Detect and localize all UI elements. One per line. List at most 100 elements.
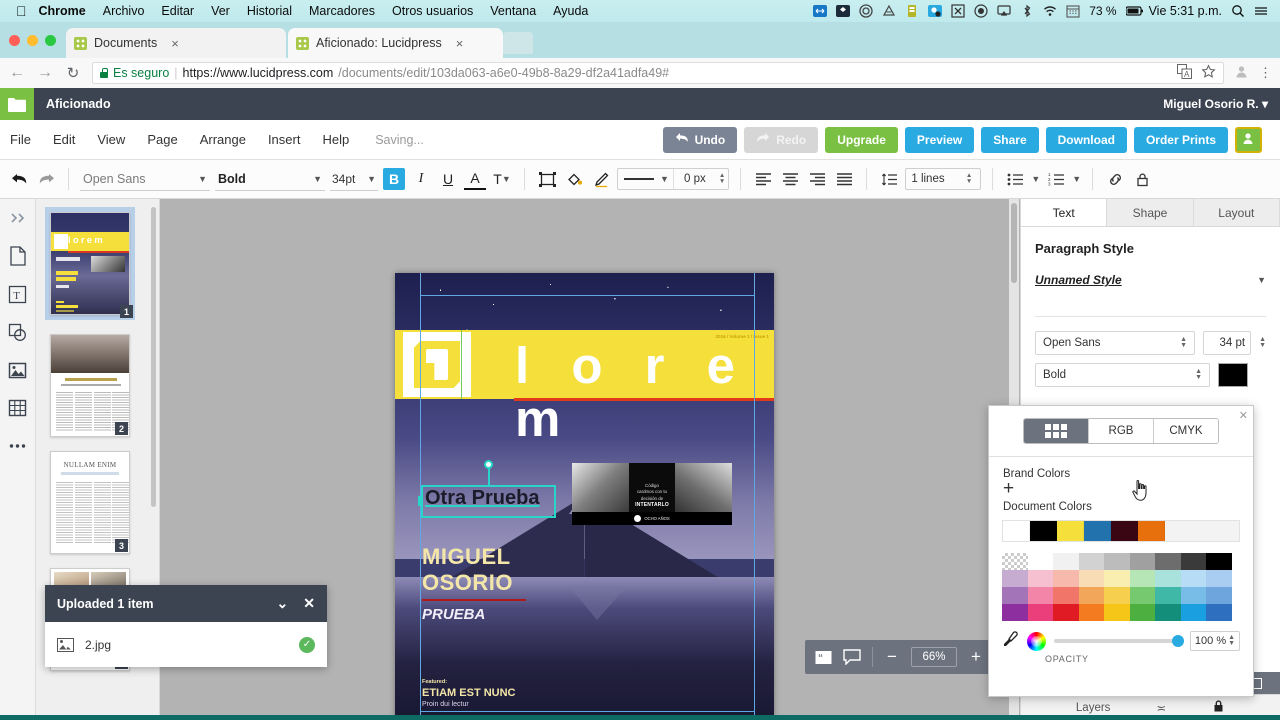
forward-arrow-icon[interactable]: → [36,64,54,82]
palette-swatch[interactable] [1206,553,1232,570]
palette-swatch[interactable] [1206,570,1232,587]
more-icon[interactable] [7,435,29,457]
palette-swatch[interactable] [1002,587,1028,604]
table-icon[interactable] [7,397,29,419]
cover-subtitle[interactable]: PRUEBA [422,606,485,623]
palette-swatch[interactable] [1104,570,1130,587]
arrows-icon[interactable] [813,4,827,18]
selected-textbox[interactable]: Otra Prueba [421,485,556,518]
macos-menu-otros-usuarios[interactable]: Otros usuarios [392,4,473,18]
slider-knob[interactable] [1172,635,1184,647]
document-color-swatch[interactable] [1003,521,1030,541]
macos-menu-ayuda[interactable]: Ayuda [553,4,588,18]
search-icon[interactable] [1231,4,1245,18]
color-mode-cmyk[interactable]: CMYK [1154,419,1218,443]
uploaded-file-name[interactable]: 2.jpg [85,638,111,652]
macos-menu-chrome[interactable]: Chrome [39,4,86,18]
palette-swatch[interactable] [1206,587,1232,604]
chevron-down-icon[interactable]: ▼ [1031,174,1040,184]
profile-icon[interactable] [1234,64,1249,82]
tab-layout[interactable]: Layout [1194,199,1280,226]
shape-icon[interactable] [536,168,558,190]
palette-swatch[interactable] [1181,587,1207,604]
panel-font-weight-select[interactable]: Bold ▲▼ [1035,363,1210,387]
palette-swatch[interactable] [1053,570,1079,587]
invite-user-button[interactable] [1235,127,1262,153]
thumbnail-scrollbar[interactable] [151,207,156,507]
wifi-icon[interactable] [1043,4,1057,18]
palette-swatch[interactable] [1181,604,1207,621]
page-icon[interactable] [7,245,29,267]
battery-icon[interactable] [1126,4,1140,18]
palette-swatch-transparent[interactable] [1002,553,1028,570]
close-icon[interactable]: ✕ [1239,409,1248,422]
paint-bucket-icon[interactable] [563,168,585,190]
browser-tab-documents[interactable]: Documents × [66,28,286,58]
apple-icon[interactable]:  [16,4,27,18]
maximize-window-button[interactable] [45,35,56,46]
macos-menu-editar[interactable]: Editar [161,4,194,18]
palette-swatch[interactable] [1028,570,1054,587]
three-dots-icon[interactable]: ⋮ [1259,65,1272,81]
palette-swatch[interactable] [1079,604,1105,621]
macos-clock[interactable]: Vie 5:31 p.m. [1149,4,1222,18]
line-spacing-icon[interactable] [878,168,900,190]
document-color-swatch[interactable] [1057,521,1084,541]
align-left-icon[interactable] [752,168,774,190]
tab-close-icon[interactable]: × [171,36,179,51]
stroke-width-value[interactable]: 0 px [674,173,716,185]
panel-font-family-select[interactable]: Open Sans ▲▼ [1035,331,1195,355]
font-weight-select[interactable]: Bold ▼ [215,167,325,191]
bold-button[interactable]: B [383,168,405,190]
chevrons-right-icon[interactable] [7,207,29,229]
opacity-input[interactable]: 100 % ▲▼ [1190,631,1240,651]
text-color-swatch[interactable] [1218,363,1248,387]
numbered-list-icon[interactable]: 123 [1045,168,1067,190]
macos-menu-ver[interactable]: Ver [211,4,230,18]
document-color-swatch[interactable] [1030,521,1057,541]
macos-menu-historial[interactable]: Historial [247,4,292,18]
chevron-down-icon[interactable]: ▼ [1072,174,1081,184]
opacity-slider[interactable] [1054,639,1182,643]
font-size-stepper[interactable]: ▲▼ [1259,337,1266,349]
line-spacing-input[interactable]: 1 lines ▲▼ [905,168,981,190]
zoom-in-button[interactable]: + [968,647,984,667]
folder-icon[interactable] [0,88,34,120]
palette-swatch[interactable] [1181,553,1207,570]
stroke-width-stepper[interactable]: ▲▼ [716,173,728,185]
palette-swatch[interactable] [1130,570,1156,587]
drive-icon[interactable] [882,4,896,18]
palette-swatch[interactable] [1104,587,1130,604]
macos-menu-marcadores[interactable]: Marcadores [309,4,375,18]
toolbar-undo-icon[interactable] [8,168,30,190]
text-options-button[interactable]: T▼ [491,168,513,190]
excel-icon[interactable] [951,4,965,18]
align-center-icon[interactable] [779,168,801,190]
document-color-swatch[interactable] [1138,521,1165,541]
app-menu-page[interactable]: Page [147,132,177,147]
text-icon[interactable]: T [7,283,29,305]
lock-icon[interactable] [1212,699,1225,716]
reload-icon[interactable]: ↻ [64,64,82,82]
color-mode-rgb[interactable]: RGB [1089,419,1154,443]
palette-swatch[interactable] [1002,604,1028,621]
new-tab-button[interactable] [503,32,533,54]
download-button[interactable]: Download [1046,127,1127,153]
minimize-window-button[interactable] [27,35,38,46]
palette-swatch[interactable] [1155,570,1181,587]
close-window-button[interactable] [9,35,20,46]
palette-swatch[interactable] [1028,587,1054,604]
link-icon[interactable] [1104,168,1126,190]
align-justify-icon[interactable] [833,168,855,190]
layers-chevron-icon[interactable]: ≍ [1156,701,1166,715]
palette-swatch[interactable] [1155,553,1181,570]
palette-swatch[interactable] [1028,553,1054,570]
app-menu-help[interactable]: Help [322,132,349,147]
browser-tab-lucidpress[interactable]: Aficionado: Lucidpress × [288,28,503,58]
line-spacing-stepper[interactable]: ▲▼ [963,173,975,185]
comment-icon[interactable] [843,649,861,665]
cover-author[interactable]: MIGUEL OSORIO [422,544,513,596]
stroke-width-control[interactable]: ▼ 0 px ▲▼ [617,168,729,190]
masthead-title[interactable]: l o r e m [515,339,774,445]
font-size-select[interactable]: 34pt ▼ [330,167,378,191]
